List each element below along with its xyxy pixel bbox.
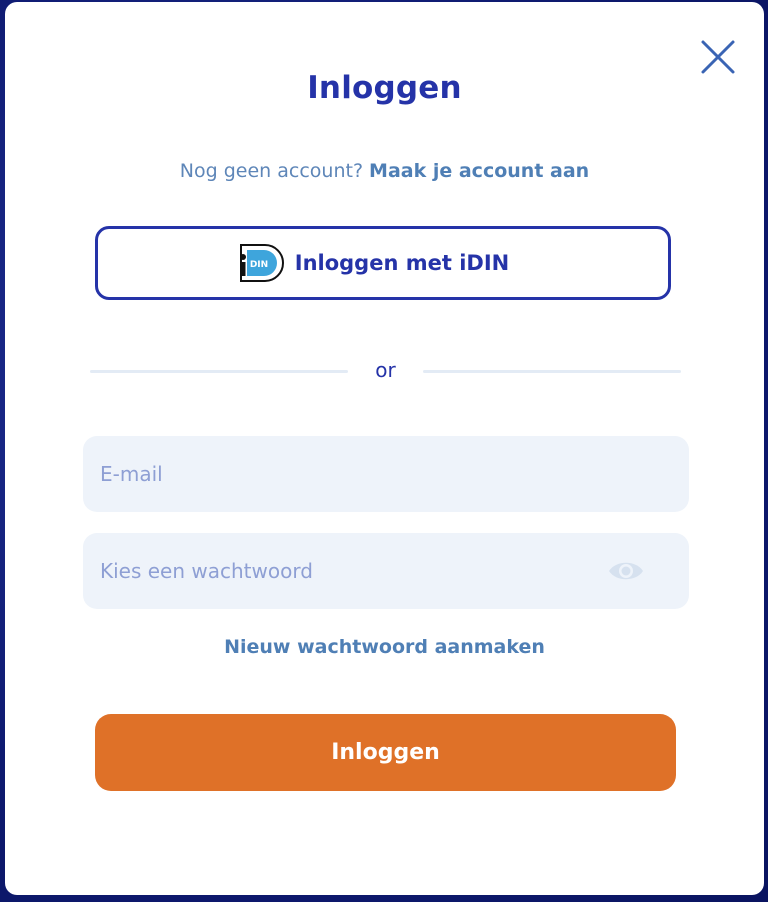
show-password-toggle[interactable] [607,558,645,584]
forgot-password-link[interactable]: Nieuw wachtwoord aanmaken [5,636,764,658]
idin-logo: DIN [239,244,284,282]
divider-line-left [90,370,348,373]
email-input[interactable] [100,436,600,512]
password-input[interactable] [100,533,600,609]
idin-login-button[interactable]: DIN Inloggen met iDIN [95,226,671,300]
signup-prompt: Nog geen account? [179,160,364,182]
modal-title: Inloggen [307,70,462,106]
login-submit-label: Inloggen [331,740,440,765]
signup-row: Nog geen account? Maak je account aan [5,160,764,182]
password-field-container [83,533,689,609]
email-field-container [83,436,689,512]
idin-button-label: Inloggen met iDIN [294,251,510,275]
divider-label: or [375,358,396,382]
or-divider: or [90,358,681,388]
divider-line-right [423,370,681,373]
login-modal: Inloggen Nog geen account? Maak je accoun… [5,2,764,895]
create-account-link[interactable]: Maak je account aan [369,160,589,182]
eye-icon [609,562,643,580]
login-submit-button[interactable]: Inloggen [95,714,676,791]
idin-logo-text: DIN [250,260,268,270]
